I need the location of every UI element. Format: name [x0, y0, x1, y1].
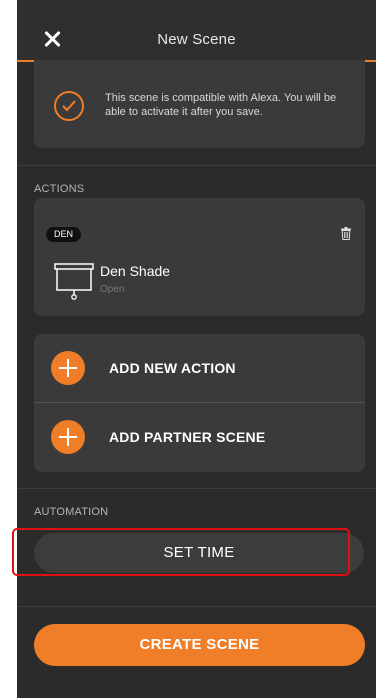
add-options-card: ADD NEW ACTION ADD PARTNER SCENE: [34, 334, 365, 472]
trash-icon[interactable]: [341, 227, 351, 245]
page-title: New Scene: [157, 31, 236, 48]
divider: [17, 165, 376, 166]
create-scene-button[interactable]: CREATE SCENE: [34, 624, 365, 666]
check-circle-icon: [54, 91, 84, 121]
alexa-compatibility-notice: This scene is compatible with Alexa. You…: [34, 60, 365, 148]
add-partner-scene-label: ADD PARTNER SCENE: [109, 429, 266, 445]
automation-section-label: AUTOMATION: [34, 506, 109, 518]
add-partner-scene-button[interactable]: ADD PARTNER SCENE: [34, 403, 365, 472]
action-state: Open: [100, 284, 125, 295]
shade-icon: [54, 263, 94, 306]
action-name: Den Shade: [100, 263, 171, 279]
plus-icon: [51, 420, 85, 454]
header-bar: New Scene: [17, 0, 376, 62]
alexa-notice-text: This scene is compatible with Alexa. You…: [105, 92, 337, 118]
action-card-den-shade[interactable]: DEN Den Shade Open: [34, 198, 365, 316]
plus-icon: [51, 351, 85, 385]
divider: [17, 606, 376, 607]
add-new-action-label: ADD NEW ACTION: [109, 360, 236, 376]
highlight-box: [12, 528, 350, 576]
room-badge: DEN: [46, 227, 82, 242]
add-new-action-button[interactable]: ADD NEW ACTION: [34, 334, 365, 403]
divider: [17, 488, 376, 489]
scene-editor-screen: New Scene This scene is compatible with …: [17, 0, 376, 698]
actions-section-label: ACTIONS: [34, 183, 85, 195]
